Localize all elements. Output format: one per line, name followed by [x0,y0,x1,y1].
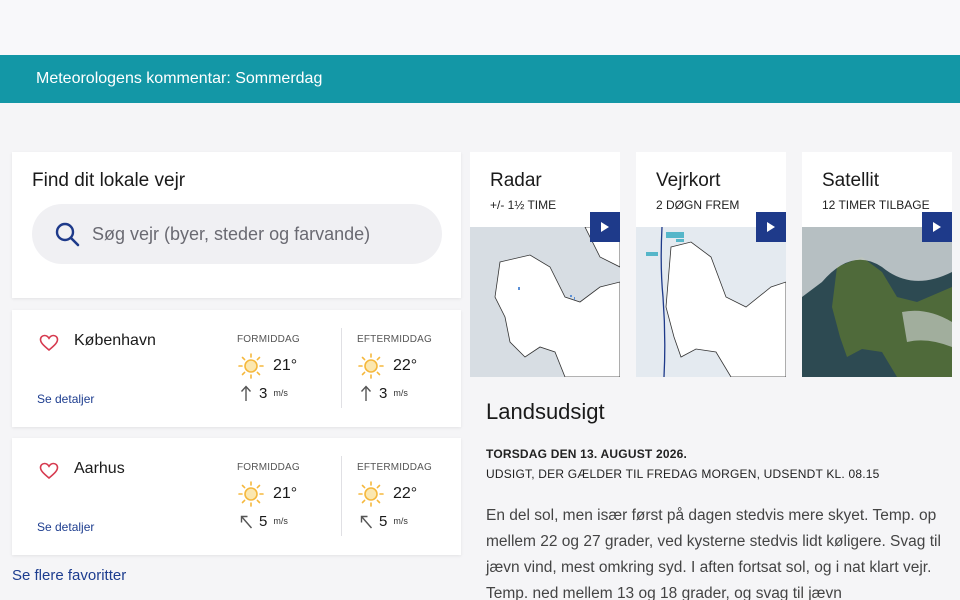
national-outlook-title: Landsudsigt [486,399,605,424]
play-icon [933,222,941,232]
wind-speed: 3 [259,384,268,402]
local-weather-search-card: Find dit lokale vejr [12,152,461,298]
see-more-favorites-link[interactable]: Se flere favoritter [12,567,126,584]
wind-direction-north-arrow-icon [240,385,252,401]
favorite-city-card: København Se detaljer FORMIDDAG 21° 3 m/ [12,310,461,427]
outlook-date: TORSDAG DEN 13. AUGUST 2026. [486,447,687,461]
tile-title: Satellit [822,170,880,191]
see-details-link[interactable]: Se detaljer [37,520,94,534]
tile-subtitle: 12 TIMER TILBAGE [822,198,930,212]
temperature: 21° [273,357,298,374]
wind-direction-northwest-arrow-icon [240,515,253,529]
play-icon [767,222,775,232]
forecast-period-morning: FORMIDDAG 21° 3 m/s [237,334,347,403]
tile-subtitle: 2 DØGN FREM [656,198,740,212]
tile-title: Vejrkort [656,170,721,191]
period-label: FORMIDDAG [237,462,300,473]
wind-unit: m/s [393,388,408,398]
tile-subtitle: +/- 1½ TIME [490,198,557,212]
forecast-period-afternoon: EFTERMIDDAG 22° 5 m/s [357,462,467,531]
play-icon [601,222,609,232]
search-icon [55,222,80,247]
wind-speed: 3 [379,384,388,402]
heart-icon[interactable] [39,462,59,480]
radar-tile[interactable]: Radar +/- 1½ TIME [470,152,620,377]
wind-unit: m/s [393,516,408,526]
search-title: Find dit lokale vejr [32,170,186,191]
forecast-period-morning: FORMIDDAG 21° 5 m/s [237,462,347,531]
play-button[interactable] [756,212,786,242]
sun-icon [358,481,384,507]
temperature: 21° [273,485,298,502]
wind-direction-north-arrow-icon [360,385,372,401]
sun-icon [238,481,264,507]
heart-icon[interactable] [39,334,59,352]
period-divider [341,328,342,408]
see-details-link[interactable]: Se detaljer [37,392,94,406]
play-button[interactable] [590,212,620,242]
satellite-tile[interactable]: Satellit 12 TIMER TILBAGE [802,152,952,377]
outlook-text: En del sol, men især først på dagen sted… [486,507,941,600]
tile-title: Radar [490,170,542,191]
city-name[interactable]: Aarhus [74,460,125,478]
play-button[interactable] [922,212,952,242]
wind-unit: m/s [273,516,288,526]
wind-speed: 5 [259,512,268,530]
temperature: 22° [393,357,418,374]
wind-direction-northwest-arrow-icon [360,515,373,529]
city-name[interactable]: København [74,332,156,350]
period-label: EFTERMIDDAG [357,462,432,473]
meteorologist-comment-banner[interactable]: Meteorologens kommentar: Sommerdag [0,55,960,103]
weather-map-tile[interactable]: Vejrkort 2 DØGN FREM [636,152,786,377]
sun-icon [238,353,264,379]
search-box[interactable] [32,204,442,264]
search-input[interactable] [92,223,422,245]
outlook-subtitle: UDSIGT, DER GÆLDER TIL FREDAG MORGEN, UD… [486,467,880,481]
top-navigation-bar [0,0,960,55]
wind-speed: 5 [379,512,388,530]
satellite-map-image [802,227,952,377]
banner-text[interactable]: Meteorologens kommentar: Sommerdag [36,70,322,88]
forecast-period-afternoon: EFTERMIDDAG 22° 3 m/s [357,334,467,403]
period-label: EFTERMIDDAG [357,334,432,345]
period-divider [341,456,342,536]
radar-map-image [470,227,620,377]
weather-map-image [636,227,786,377]
period-label: FORMIDDAG [237,334,300,345]
favorite-city-card: Aarhus Se detaljer FORMIDDAG 21° 5 m/s E… [12,438,461,555]
sun-icon [358,353,384,379]
wind-unit: m/s [273,388,288,398]
temperature: 22° [393,485,418,502]
